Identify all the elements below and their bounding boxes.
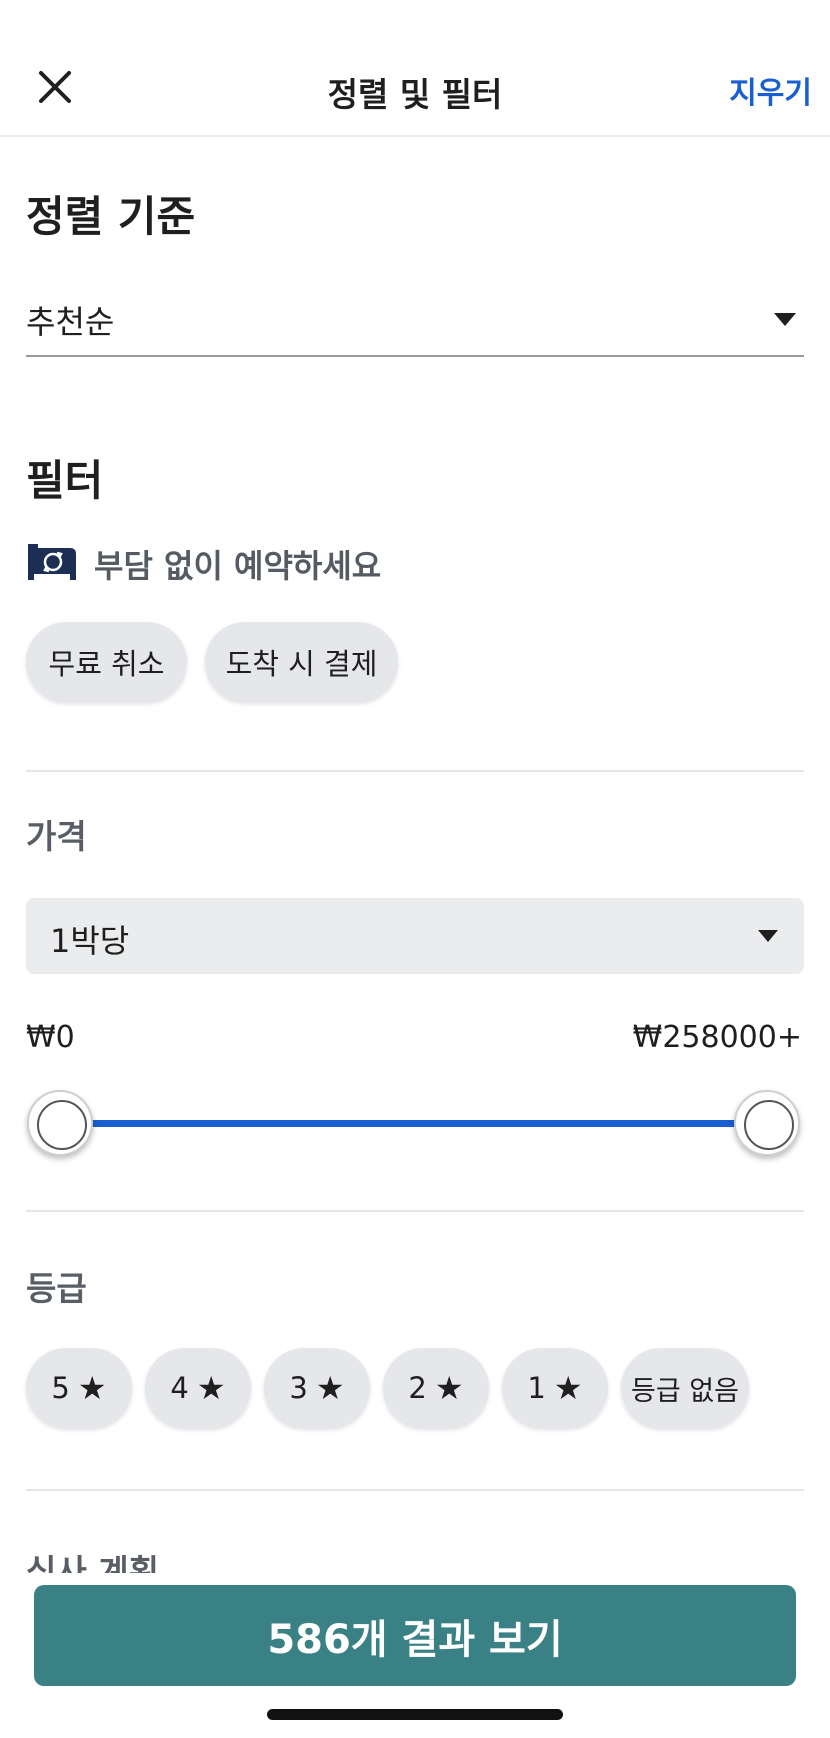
rating-5-chip[interactable]: 5 ★ <box>26 1348 132 1428</box>
rating-4-chip[interactable]: 4 ★ <box>145 1348 251 1428</box>
star-icon: ★ <box>196 1369 226 1407</box>
rating-value: 5 <box>51 1371 70 1405</box>
rating-value: 2 <box>408 1371 427 1405</box>
page-title: 정렬 및 필터 <box>327 75 503 114</box>
price-per-value: 1박당 <box>50 922 130 960</box>
price-slider-min-handle[interactable] <box>27 1090 93 1156</box>
rating-1-chip[interactable]: 1 ★ <box>502 1348 608 1428</box>
divider <box>26 1489 804 1491</box>
chevron-down-icon <box>758 930 778 942</box>
sort-section-title: 정렬 기준 <box>26 192 196 241</box>
header: 정렬 및 필터 지우기 <box>0 0 830 137</box>
bed-refresh-icon <box>26 540 78 582</box>
book-without-worry-row: 부담 없이 예약하세요 <box>26 538 726 588</box>
rating-value: 1 <box>527 1371 546 1405</box>
rating-value: 3 <box>289 1371 308 1405</box>
price-slider-max-handle[interactable] <box>734 1090 800 1156</box>
divider <box>26 770 804 772</box>
sort-select[interactable]: 추천순 <box>26 285 804 357</box>
chevron-down-icon <box>774 313 796 326</box>
filter-section-title: 필터 <box>26 456 104 505</box>
divider <box>26 1210 804 1212</box>
star-icon: ★ <box>77 1369 107 1407</box>
rating-3-chip[interactable]: 3 ★ <box>264 1348 370 1428</box>
price-per-select[interactable]: 1박당 <box>26 898 804 974</box>
home-indicator <box>267 1709 563 1720</box>
price-max-label: ₩258000+ <box>632 1020 802 1055</box>
star-icon: ★ <box>434 1369 464 1407</box>
star-icon: ★ <box>315 1369 345 1407</box>
star-icon: ★ <box>553 1369 583 1407</box>
rating-unrated-chip[interactable]: 등급 없음 <box>621 1348 749 1428</box>
sort-selected-value: 추천순 <box>26 303 115 341</box>
price-label: 가격 <box>26 817 87 856</box>
free-cancellation-chip[interactable]: 무료 취소 <box>26 622 187 702</box>
price-min-label: ₩0 <box>26 1020 75 1055</box>
clear-button[interactable]: 지우기 <box>729 68 812 112</box>
show-results-button[interactable]: 586개 결과 보기 <box>34 1585 796 1686</box>
rating-value: 4 <box>170 1371 189 1405</box>
meal-plan-label: 식사 계획 <box>26 1552 159 1573</box>
price-slider-track[interactable] <box>60 1120 768 1127</box>
pay-at-property-chip[interactable]: 도착 시 결제 <box>205 622 398 702</box>
rating-label: 등급 <box>26 1269 87 1308</box>
book-without-worry-label: 부담 없이 예약하세요 <box>94 547 382 585</box>
rating-2-chip[interactable]: 2 ★ <box>383 1348 489 1428</box>
